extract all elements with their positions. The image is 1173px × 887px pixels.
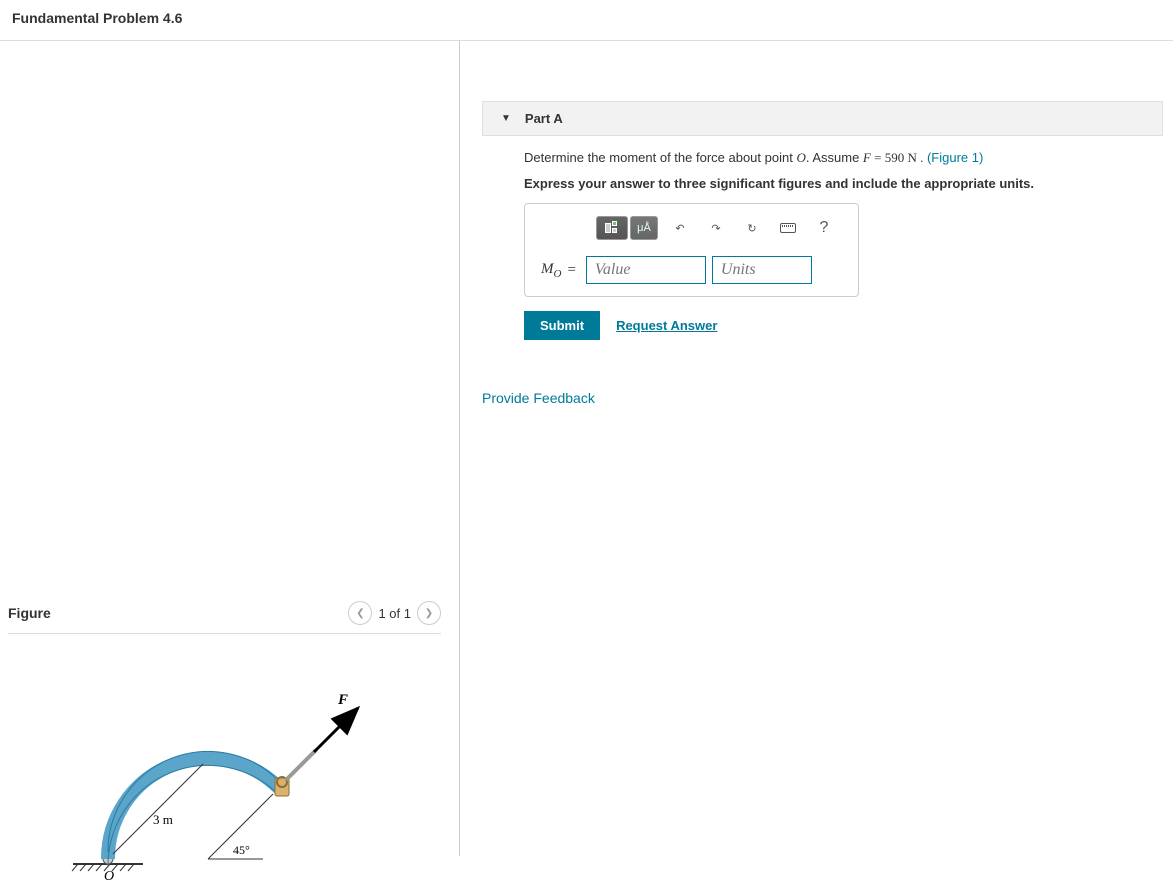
force-label: F [337,692,348,708]
undo-icon: ↶ [675,222,684,235]
reset-button[interactable]: ↻ [738,216,766,240]
diagram-svg: O 3 m 45° [68,674,388,884]
origin-label: O [104,869,114,884]
template-button[interactable] [596,216,628,240]
keyboard-icon [780,223,796,233]
mu-angstrom-icon: μÅ [637,222,651,234]
help-icon: ? [820,219,829,237]
provide-feedback-link[interactable]: Provide Feedback [482,390,595,406]
submit-button[interactable]: Submit [524,311,600,340]
value-input[interactable] [586,256,706,284]
request-answer-link[interactable]: Request Answer [616,318,717,333]
page-title: Fundamental Problem 4.6 [12,10,1161,26]
chevron-left-icon: ❮ [356,608,364,619]
reset-icon: ↻ [747,222,756,235]
redo-button[interactable]: ↷ [702,216,730,240]
keyboard-button[interactable] [774,216,802,240]
equals-sign: = [567,262,575,279]
main-content: Figure ❮ 1 of 1 ❯ [0,41,1173,856]
point-var: O [796,150,805,165]
answer-variable: MO [541,261,561,280]
figure-next-button[interactable]: ❯ [417,601,441,625]
right-panel: ▼ Part A Determine the moment of the for… [460,41,1173,856]
force-var: F [863,150,871,165]
figure-link[interactable]: (Figure 1) [927,150,983,165]
caret-down-icon: ▼ [501,113,511,124]
left-panel: Figure ❮ 1 of 1 ❯ [0,41,460,856]
answer-var-sub: O [554,268,562,280]
part-a-title: Part A [525,111,563,126]
question-mid: . Assume [806,150,863,165]
question-prefix: Determine the moment of the force about … [524,150,796,165]
redo-icon: ↷ [711,222,720,235]
question-text: Determine the moment of the force about … [524,150,1163,166]
help-button[interactable]: ? [810,216,838,240]
figure-nav: ❮ 1 of 1 ❯ [348,601,441,625]
figure-diagram: O 3 m 45° [8,674,441,887]
units-format-button[interactable]: μÅ [630,216,658,240]
figure-prev-button[interactable]: ❮ [348,601,372,625]
force-value: = 590 N . [871,150,923,165]
page-header: Fundamental Problem 4.6 [0,0,1173,41]
undo-button[interactable]: ↶ [666,216,694,240]
answer-input-box: μÅ ↶ ↷ ↻ ? [524,203,859,297]
chevron-right-icon: ❯ [425,608,433,619]
part-a-header[interactable]: ▼ Part A [482,101,1163,136]
radius-label: 3 m [153,812,173,827]
button-row: Submit Request Answer [524,311,1163,340]
part-a-body: Determine the moment of the force about … [482,136,1163,340]
figure-title: Figure [8,605,51,621]
figure-header: Figure ❮ 1 of 1 ❯ [8,601,441,634]
answer-instruction: Express your answer to three significant… [524,176,1163,191]
figure-section: Figure ❮ 1 of 1 ❯ [8,601,441,887]
units-input[interactable] [712,256,812,284]
figure-nav-text: 1 of 1 [378,606,411,621]
answer-row: MO = [541,256,842,284]
input-toolbar: μÅ ↶ ↷ ↻ ? [596,216,842,240]
template-icon [605,221,619,235]
answer-var-main: M [541,261,554,277]
